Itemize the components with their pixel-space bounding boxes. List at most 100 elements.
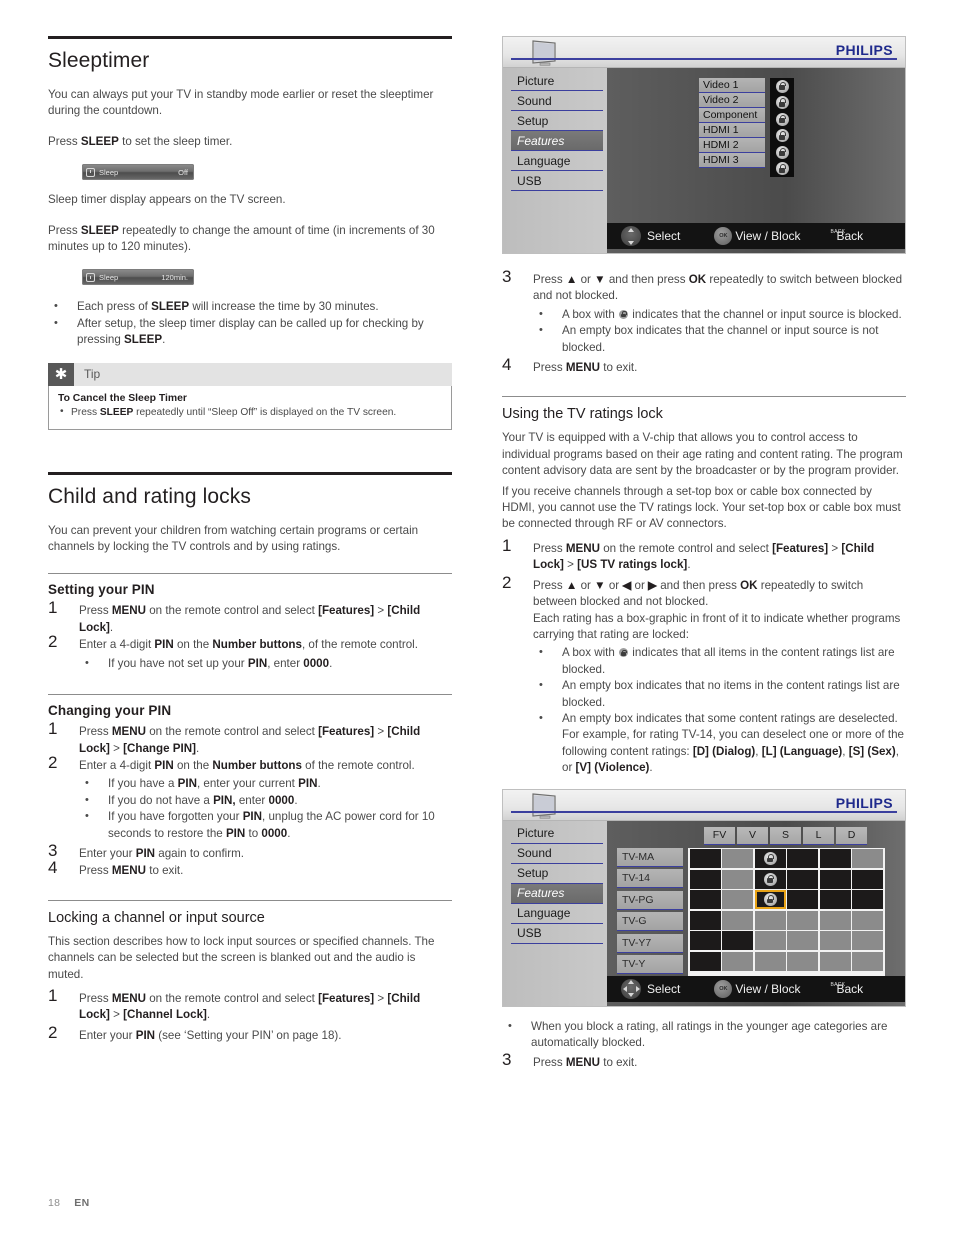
rating-cell[interactable] [689, 931, 721, 951]
step-4: 4 Press MENU to exit. [502, 356, 906, 376]
subsection-locking-channel: Locking a channel or input source This s… [48, 899, 452, 1044]
source-component[interactable]: Component [699, 108, 765, 123]
rating-cell[interactable] [787, 931, 818, 951]
sidebar-item-picture[interactable]: Picture [511, 824, 603, 844]
lock-icon [775, 112, 789, 126]
rating-cell[interactable] [819, 951, 851, 971]
rating-cell[interactable] [787, 849, 818, 869]
text-frag: on the remote control and select [146, 604, 319, 618]
lock-cell[interactable] [770, 128, 794, 145]
text-frag: of the remote control. [301, 758, 415, 772]
lock-cell[interactable] [770, 95, 794, 112]
source-video-1[interactable]: Video 1 [699, 78, 765, 93]
rating-s-sex: [S] (Sex) [848, 744, 896, 758]
sidebar-item-usb[interactable]: USB [511, 171, 603, 191]
text-frag: Press [533, 361, 566, 375]
rating-cell[interactable] [819, 849, 851, 869]
rating-cell[interactable] [852, 869, 883, 889]
rating-cell[interactable] [754, 890, 786, 910]
term-pin: PIN [242, 810, 263, 824]
rating-cell[interactable] [819, 890, 851, 910]
rating-cell[interactable] [689, 910, 721, 930]
osd-bottom-bar: Select OK View / Block BACK Back [607, 223, 905, 249]
rating-cell[interactable] [689, 849, 721, 869]
text-frag: and then press [656, 578, 741, 592]
row-label-tv-g[interactable]: TV-G [617, 912, 683, 932]
rating-cell[interactable] [754, 910, 786, 930]
bottom-bar-select[interactable]: Select [621, 978, 680, 999]
bottom-bar-select[interactable]: Select [621, 226, 680, 246]
rating-cell[interactable] [787, 869, 818, 889]
sidebar-item-sound[interactable]: Sound [511, 91, 603, 111]
rating-cell[interactable] [819, 931, 851, 951]
arrow-down-icon: ▼ [594, 578, 606, 592]
row-label-tv-pg[interactable]: TV-PG [617, 890, 683, 910]
rating-cell[interactable] [787, 951, 818, 971]
rating-cell[interactable] [754, 931, 786, 951]
rating-cell[interactable] [689, 890, 721, 910]
sidebar-item-features[interactable]: Features [511, 131, 603, 151]
bottom-bar-view-block[interactable]: OK View / Block [714, 979, 801, 998]
rating-cell[interactable] [852, 931, 883, 951]
rating-cell[interactable] [819, 869, 851, 889]
lock-cell[interactable] [770, 144, 794, 161]
rating-cell[interactable] [852, 890, 883, 910]
rating-cell[interactable] [754, 869, 786, 889]
sidebar-item-setup[interactable]: Setup [511, 864, 603, 884]
lock-icon [775, 96, 789, 110]
rating-cell[interactable] [819, 910, 851, 930]
text-frag: on the remote control and select [600, 541, 773, 555]
list-item: If you have not set up your PIN, enter 0… [79, 655, 452, 672]
rating-cell[interactable] [754, 951, 786, 971]
sidebar-item-picture[interactable]: Picture [511, 71, 603, 91]
rating-cell[interactable] [852, 849, 883, 869]
text-frag: . [287, 826, 291, 840]
source-video-2[interactable]: Video 2 [699, 93, 765, 108]
lock-cell[interactable] [770, 78, 794, 95]
arrow-up-icon: ▲ [565, 578, 578, 592]
rating-cell[interactable] [722, 951, 753, 971]
source-hdmi-2[interactable]: HDMI 2 [699, 138, 765, 153]
rating-cell[interactable] [722, 869, 753, 889]
row-label-tv-14[interactable]: TV-14 [617, 869, 683, 889]
changing-pin-bullets: If you have a PIN, enter your current PI… [79, 775, 452, 842]
text-frag: > [109, 1008, 124, 1022]
rating-cell[interactable] [689, 869, 721, 889]
rating-cell[interactable] [852, 910, 883, 930]
lock-cell[interactable] [770, 111, 794, 128]
rating-cell[interactable] [787, 890, 818, 910]
rating-cell[interactable] [689, 951, 721, 971]
steps-changing-pin: 1 Press MENU on the remote control and s… [48, 720, 452, 880]
bottom-bar-back[interactable]: BACK Back [831, 982, 864, 996]
col-header-l: L [803, 826, 834, 845]
sidebar-item-language[interactable]: Language [511, 151, 603, 171]
step2-note: Each rating has a box-graphic in front o… [533, 611, 901, 641]
menu-us-tv-ratings-lock: [US TV ratings lock] [577, 558, 688, 572]
sidebar-item-usb[interactable]: USB [511, 924, 603, 944]
rating-cell[interactable] [722, 910, 753, 930]
rating-cell[interactable] [787, 910, 818, 930]
steps-ratings-exit: 3 Press MENU to exit. [502, 1051, 906, 1071]
lock-cell[interactable] [770, 161, 794, 178]
page-title-sleeptimer: Sleeptimer [48, 49, 150, 72]
rating-cell[interactable] [754, 849, 786, 869]
rating-cell[interactable] [852, 951, 883, 971]
step-1: 1 Press MENU on the remote control and s… [48, 720, 452, 757]
sidebar-item-setup[interactable]: Setup [511, 111, 603, 131]
row-label-tv-y[interactable]: TV-Y [617, 955, 683, 975]
source-hdmi-1[interactable]: HDMI 1 [699, 123, 765, 138]
bottom-bar-back[interactable]: BACK Back [831, 229, 864, 243]
rating-cell[interactable] [722, 849, 753, 869]
text-frag: to exit. [600, 361, 638, 375]
step-4: 4 Press MENU to exit. [48, 859, 452, 879]
rating-cell[interactable] [722, 890, 753, 910]
row-label-tv-y7[interactable]: TV-Y7 [617, 933, 683, 953]
sidebar-item-sound[interactable]: Sound [511, 844, 603, 864]
rating-cell[interactable] [722, 931, 753, 951]
key-menu: MENU [565, 541, 600, 555]
sidebar-item-features[interactable]: Features [511, 883, 603, 904]
sidebar-item-language[interactable]: Language [511, 904, 603, 924]
bottom-bar-view-block[interactable]: OK View / Block [714, 227, 801, 245]
source-hdmi-3[interactable]: HDMI 3 [699, 153, 765, 168]
row-label-tv-ma[interactable]: TV-MA [617, 847, 683, 867]
